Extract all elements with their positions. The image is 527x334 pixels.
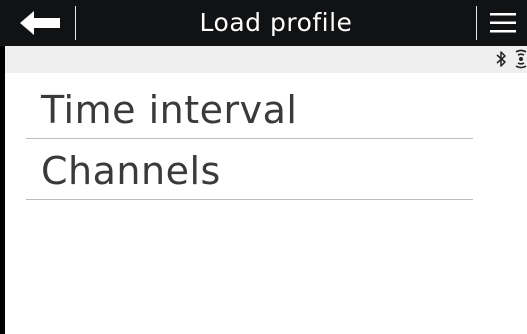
back-button[interactable] (15, 6, 67, 40)
bluetooth-icon (496, 51, 506, 67)
signal-icon (515, 49, 527, 69)
menu-button[interactable] (487, 8, 519, 38)
app-header: Load profile (0, 0, 527, 46)
header-divider-left (75, 6, 76, 40)
status-bar (5, 46, 527, 73)
menu-item-channels[interactable]: Channels (26, 139, 473, 200)
menu-item-label: Time interval (41, 88, 298, 132)
menu-item-label: Channels (41, 149, 221, 193)
hamburger-menu-icon (490, 13, 516, 33)
page-title: Load profile (199, 8, 353, 37)
menu-item-time-interval[interactable]: Time interval (26, 78, 473, 139)
arrow-left-icon (20, 11, 60, 35)
header-divider-right (476, 6, 477, 40)
menu-list: Time interval Channels (26, 78, 473, 200)
